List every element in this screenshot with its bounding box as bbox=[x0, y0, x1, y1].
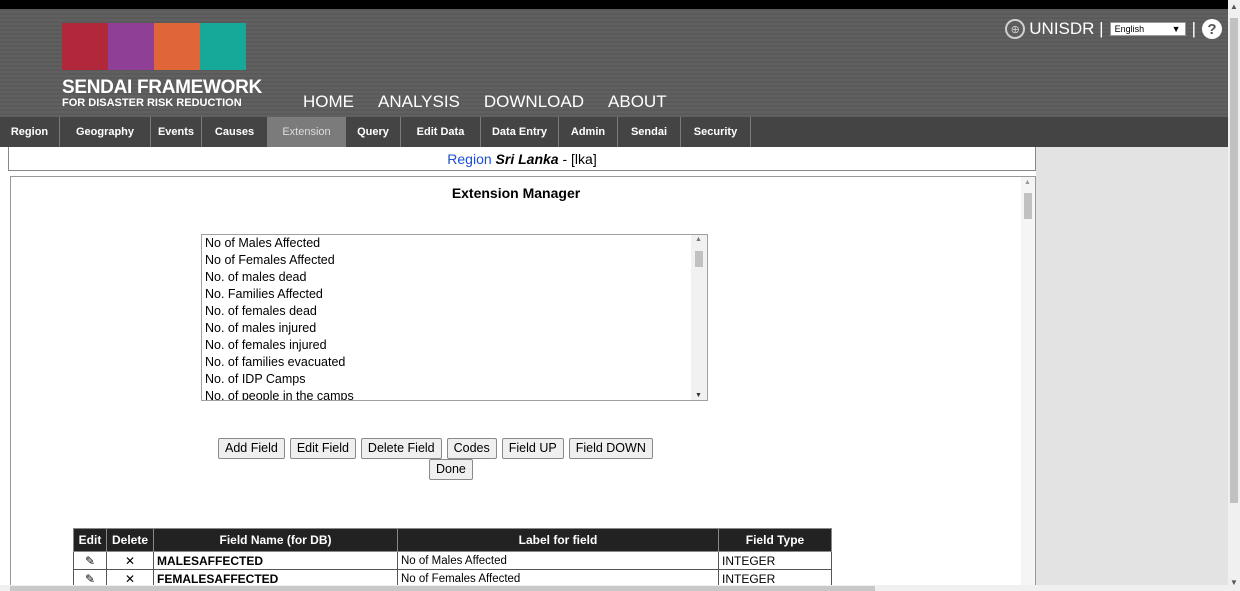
table-header-row: Edit Delete Field Name (for DB) Label fo… bbox=[73, 528, 832, 552]
col-edit: Edit bbox=[73, 528, 107, 552]
frame-scrollbar[interactable]: ▲ bbox=[1021, 177, 1035, 590]
right-panel bbox=[1036, 147, 1228, 591]
done-button[interactable]: Done bbox=[429, 459, 473, 480]
scroll-up-icon[interactable]: ▲ bbox=[1230, 2, 1238, 11]
chevron-down-icon: ▼ bbox=[1171, 24, 1181, 34]
scroll-up-icon[interactable]: ▲ bbox=[1024, 179, 1031, 186]
listbox-scrollbar[interactable]: ▲ ▼ bbox=[691, 235, 707, 400]
scroll-down-icon[interactable]: ▼ bbox=[1230, 578, 1238, 587]
edit-field-button[interactable]: Edit Field bbox=[289, 438, 356, 459]
brand-subtitle: FOR DISASTER RISK REDUCTION bbox=[62, 97, 242, 109]
field-type-cell: INTEGER bbox=[718, 551, 832, 570]
col-delete: Delete bbox=[106, 528, 154, 552]
tab-data-entry[interactable]: Data Entry bbox=[481, 117, 559, 147]
window-scrollbar[interactable]: ▲ ▼ bbox=[1228, 0, 1240, 591]
field-down-button[interactable]: Field DOWN bbox=[568, 438, 653, 459]
scroll-up-icon[interactable]: ▲ bbox=[695, 236, 702, 243]
region-header: Region Sri Lanka - [lka] bbox=[8, 147, 1036, 171]
un-emblem-icon: ⊕ bbox=[1005, 19, 1026, 39]
scroll-down-icon[interactable]: ▼ bbox=[695, 392, 702, 399]
page-title: Extension Manager bbox=[451, 185, 581, 201]
nav-download[interactable]: DOWNLOAD bbox=[484, 92, 584, 112]
nav-about[interactable]: ABOUT bbox=[608, 92, 667, 112]
logo-squares bbox=[62, 23, 246, 70]
add-field-button[interactable]: Add Field bbox=[218, 438, 285, 459]
list-item[interactable]: No. of IDP Camps bbox=[202, 371, 707, 388]
tab-admin[interactable]: Admin bbox=[559, 117, 618, 147]
scroll-thumb[interactable] bbox=[1230, 18, 1238, 503]
logo-square-purple bbox=[108, 23, 154, 70]
top-border bbox=[0, 0, 1240, 9]
list-item[interactable]: No. of females injured bbox=[202, 337, 707, 354]
help-icon[interactable]: ? bbox=[1202, 19, 1222, 39]
list-item[interactable]: No. of males injured bbox=[202, 320, 707, 337]
scroll-thumb[interactable] bbox=[1024, 193, 1032, 219]
table-row: ✎ ✕ MALESAFFECTED No of Males Affected I… bbox=[73, 551, 832, 570]
site-header: SENDAI FRAMEWORK FOR DISASTER RISK REDUC… bbox=[0, 9, 1240, 117]
nav-analysis[interactable]: ANALYSIS bbox=[378, 92, 460, 112]
tab-extension[interactable]: Extension bbox=[268, 117, 346, 147]
delete-x-icon[interactable]: ✕ bbox=[106, 551, 154, 570]
region-label: Region bbox=[447, 151, 492, 167]
tab-geography[interactable]: Geography bbox=[60, 117, 151, 147]
module-tabs: Region Geography Events Causes Extension… bbox=[0, 117, 1240, 147]
tab-sendai[interactable]: Sendai bbox=[618, 117, 681, 147]
label-cell: No of Males Affected bbox=[397, 551, 719, 570]
codes-button[interactable]: Codes bbox=[446, 438, 497, 459]
logo-square-red bbox=[62, 23, 108, 70]
logo-square-orange bbox=[154, 23, 200, 70]
tab-events[interactable]: Events bbox=[151, 117, 202, 147]
col-field-name: Field Name (for DB) bbox=[153, 528, 398, 552]
separator: | bbox=[1191, 19, 1196, 38]
fields-table: Edit Delete Field Name (for DB) Label fo… bbox=[73, 528, 832, 588]
list-item[interactable]: No. of families evacuated bbox=[202, 354, 707, 371]
list-item[interactable]: No. of males dead bbox=[202, 269, 707, 286]
top-right-bar: ⊕ UNISDR | English ▼ | ? bbox=[1005, 19, 1240, 39]
scroll-thumb[interactable] bbox=[10, 586, 875, 591]
org-label[interactable]: UNISDR | bbox=[1029, 19, 1103, 39]
list-item[interactable]: No. of females dead bbox=[202, 303, 707, 320]
tab-security[interactable]: Security bbox=[681, 117, 751, 147]
tab-region[interactable]: Region bbox=[0, 117, 60, 147]
content-frame: Extension Manager No of Males Affected N… bbox=[10, 176, 1036, 591]
tab-causes[interactable]: Causes bbox=[202, 117, 268, 147]
field-actions: Add Field Edit Field Delete Field Codes … bbox=[218, 438, 658, 459]
main-nav: HOME ANALYSIS DOWNLOAD ABOUT bbox=[303, 92, 691, 112]
fields-listbox[interactable]: No of Males Affected No of Females Affec… bbox=[201, 234, 708, 401]
list-item[interactable]: No. of people in the camps bbox=[202, 388, 707, 400]
field-name-cell: MALESAFFECTED bbox=[153, 551, 398, 570]
language-select[interactable]: English ▼ bbox=[1109, 22, 1186, 36]
language-value: English bbox=[1114, 24, 1145, 34]
list-item[interactable]: No of Females Affected bbox=[202, 252, 707, 269]
region-code: [lka] bbox=[571, 151, 597, 167]
tab-query[interactable]: Query bbox=[346, 117, 401, 147]
nav-home[interactable]: HOME bbox=[303, 92, 354, 112]
field-up-button[interactable]: Field UP bbox=[501, 438, 564, 459]
col-field-type: Field Type bbox=[718, 528, 832, 552]
brand-title: SENDAI FRAMEWORK bbox=[62, 77, 262, 98]
logo-square-teal bbox=[200, 23, 246, 70]
delete-field-button[interactable]: Delete Field bbox=[360, 438, 442, 459]
page: SENDAI FRAMEWORK FOR DISASTER RISK REDUC… bbox=[0, 0, 1240, 591]
pencil-icon[interactable]: ✎ bbox=[73, 551, 107, 570]
scroll-thumb[interactable] bbox=[695, 251, 703, 267]
tab-edit-data[interactable]: Edit Data bbox=[401, 117, 481, 147]
region-name: Sri Lanka bbox=[495, 151, 559, 167]
region-dash: - bbox=[562, 151, 568, 167]
list-item[interactable]: No. Families Affected bbox=[202, 286, 707, 303]
list-item[interactable]: No of Males Affected bbox=[202, 235, 707, 252]
col-label: Label for field bbox=[397, 528, 719, 552]
horizontal-scrollbar[interactable] bbox=[0, 585, 1228, 591]
